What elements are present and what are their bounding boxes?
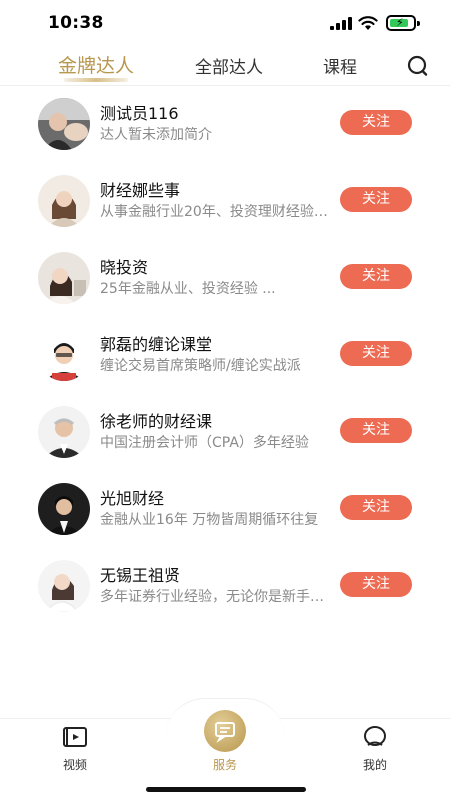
nav-item-video[interactable]: 视频 xyxy=(45,726,105,773)
follow-button[interactable]: 关注 xyxy=(340,495,412,520)
nav-item-profile[interactable]: 我的 xyxy=(345,726,405,773)
expert-intro: 25年金融从业、投资经验 ... xyxy=(100,281,276,297)
search-icon[interactable] xyxy=(406,54,430,78)
avatar[interactable] xyxy=(38,483,90,535)
service-chat-icon xyxy=(204,710,246,752)
nav-label-profile: 我的 xyxy=(362,758,387,772)
signal-icon xyxy=(330,17,352,30)
expert-intro: 从事金融行业20年、投资理财经验丰富 xyxy=(100,204,328,220)
avatar[interactable] xyxy=(38,175,90,227)
profile-icon xyxy=(364,726,386,746)
follow-button[interactable]: 关注 xyxy=(340,418,412,443)
video-icon xyxy=(63,727,87,747)
expert-intro: 金融从业16年 万物皆周期循环往复 xyxy=(100,512,319,528)
expert-name: 晓投资 xyxy=(100,258,149,277)
nav-label-video: 视频 xyxy=(62,758,87,772)
list-item[interactable]: 郭磊的缠论课堂 缠论交易首席策略师/缠论实战派 关注 xyxy=(0,319,450,396)
nav-item-service[interactable]: 服务 xyxy=(195,710,255,773)
list-item[interactable]: 测试员116 达人暂未添加简介 关注 xyxy=(0,88,450,165)
list-item[interactable]: 财经娜些事 从事金融行业20年、投资理财经验丰富 关注 xyxy=(0,165,450,242)
avatar[interactable] xyxy=(38,252,90,304)
nav-label-service: 服务 xyxy=(212,758,237,772)
battery-icon: ⚡ xyxy=(386,15,420,31)
status-time: 10:38 xyxy=(48,13,104,33)
status-bar: 10:38 ⚡ xyxy=(0,0,450,44)
follow-button[interactable]: 关注 xyxy=(340,110,412,135)
expert-intro: 达人暂未添加简介 xyxy=(100,127,212,143)
expert-name: 无锡王祖贤 xyxy=(100,566,181,585)
top-tab-bar: 金牌达人 全部达人 课程 xyxy=(0,44,450,86)
list-item[interactable]: 徐老师的财经课 中国注册会计师（CPA）多年经验 关注 xyxy=(0,396,450,473)
expert-name: 郭磊的缠论课堂 xyxy=(100,335,213,354)
expert-name: 光旭财经 xyxy=(100,489,165,508)
expert-intro: 缠论交易首席策略师/缠论实战派 xyxy=(100,358,301,374)
avatar[interactable] xyxy=(38,98,90,150)
expert-list: 测试员116 达人暂未添加简介 关注 财经娜些事 从事金融行业20年、投资理财经… xyxy=(0,88,450,627)
home-indicator xyxy=(146,787,306,792)
expert-name: 徐老师的财经课 xyxy=(100,412,213,431)
list-item[interactable]: 晓投资 25年金融从业、投资经验 ... 关注 xyxy=(0,242,450,319)
tab-gold-experts[interactable]: 金牌达人 xyxy=(58,51,134,78)
list-item[interactable]: 光旭财经 金融从业16年 万物皆周期循环往复 关注 xyxy=(0,473,450,550)
follow-button[interactable]: 关注 xyxy=(340,572,412,597)
tab-all-experts[interactable]: 全部达人 xyxy=(195,53,263,78)
avatar[interactable] xyxy=(38,560,90,612)
avatar[interactable] xyxy=(38,406,90,458)
tab-courses[interactable]: 课程 xyxy=(323,53,357,78)
expert-name: 财经娜些事 xyxy=(100,181,181,200)
wifi-icon xyxy=(358,16,378,30)
active-tab-indicator xyxy=(64,78,128,82)
expert-name: 测试员116 xyxy=(100,104,179,123)
expert-intro: 中国注册会计师（CPA）多年经验 xyxy=(100,435,309,451)
list-item[interactable]: 无锡王祖贤 多年证券行业经验，无论你是新手还是老手 关注 xyxy=(0,550,450,627)
follow-button[interactable]: 关注 xyxy=(340,187,412,212)
follow-button[interactable]: 关注 xyxy=(340,264,412,289)
avatar[interactable] xyxy=(38,329,90,381)
expert-intro: 多年证券行业经验，无论你是新手还是老手 xyxy=(100,589,328,605)
follow-button[interactable]: 关注 xyxy=(340,341,412,366)
